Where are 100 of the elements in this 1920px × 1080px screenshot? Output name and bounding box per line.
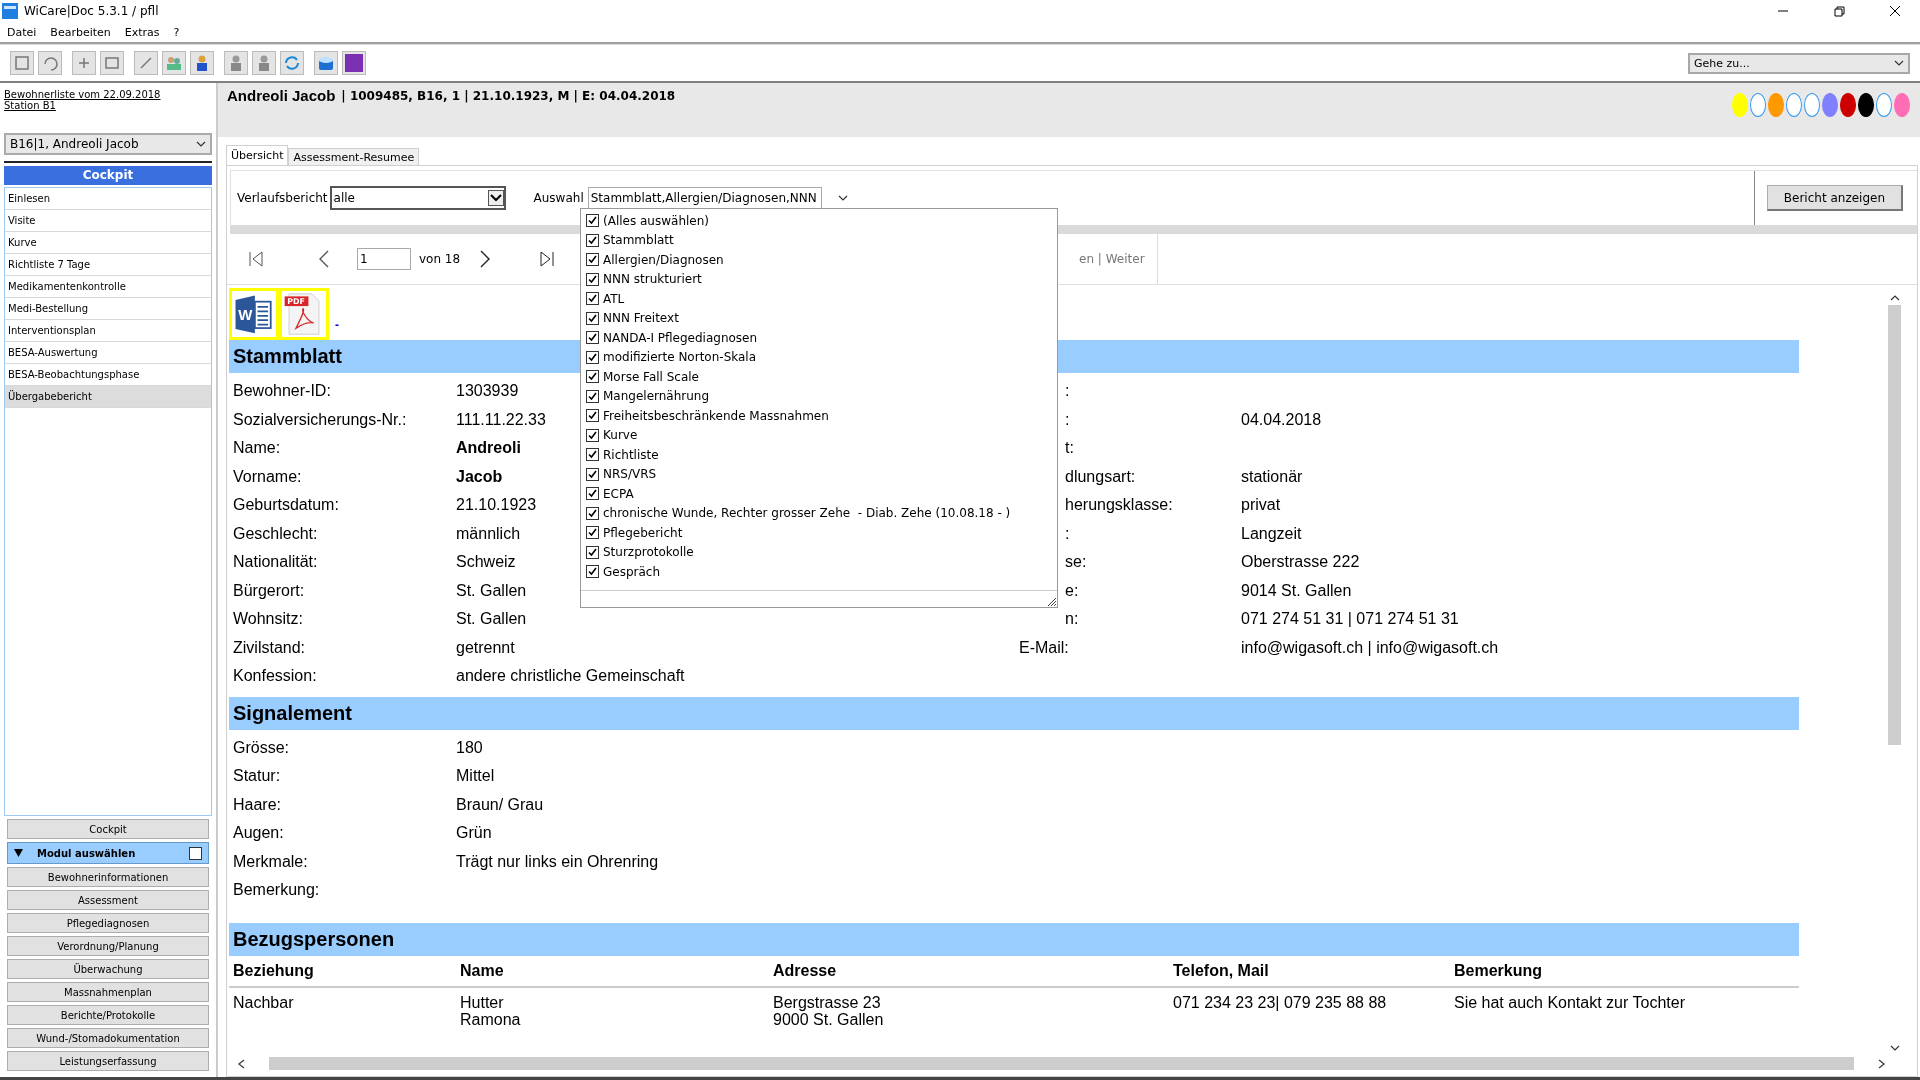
module-button[interactable]: Verordnung/Planung <box>7 936 209 956</box>
show-report-button[interactable]: Bericht anzeigen <box>1766 185 1903 211</box>
option-label[interactable]: Stammblatt <box>603 233 674 248</box>
module-button[interactable]: Pflegediagnosen <box>7 913 209 933</box>
field-label: Wohnsitz: <box>232 610 304 629</box>
option-checkbox[interactable] <box>586 428 599 442</box>
dropdown-chevron-icon[interactable] <box>837 195 848 201</box>
module-checkbox[interactable] <box>189 846 202 860</box>
option-label[interactable]: ATL <box>603 291 625 306</box>
refresh-icon[interactable] <box>280 51 304 75</box>
field-value: Schweiz <box>456 553 516 572</box>
option-checkbox[interactable] <box>586 350 599 364</box>
option-checkbox[interactable] <box>586 545 599 559</box>
menu-item[interactable]: Bearbeiten <box>50 25 111 39</box>
resident-select[interactable]: B16|1, Andreoli Jacob <box>4 133 212 155</box>
option-checkbox[interactable] <box>586 448 599 462</box>
next-page-icon[interactable] <box>480 250 491 268</box>
close-icon[interactable] <box>1888 4 1902 18</box>
column-header: Name <box>459 961 505 980</box>
scroll-left-icon[interactable] <box>237 1058 245 1069</box>
box-icon[interactable] <box>314 51 338 75</box>
restore-icon[interactable] <box>1832 4 1846 18</box>
option-checkbox[interactable] <box>586 565 599 579</box>
tab[interactable]: Übersicht <box>226 145 289 165</box>
option-label[interactable]: Pflegebericht <box>603 525 683 540</box>
goto-select[interactable]: Gehe zu... <box>1688 52 1910 74</box>
chevron-icon[interactable] <box>1889 295 1900 301</box>
last-page-icon[interactable] <box>540 251 555 267</box>
previous-page-icon[interactable] <box>319 250 329 268</box>
patient-name: Andreoli Jacob <box>227 87 336 104</box>
section-header: Bezugspersonen <box>229 922 1799 956</box>
field-label: : <box>1064 524 1071 543</box>
square-icon[interactable] <box>342 51 366 75</box>
word-export-icon[interactable]: W <box>229 288 279 340</box>
option-checkbox[interactable] <box>586 233 599 247</box>
column-header: Adresse <box>772 961 838 980</box>
option-label[interactable]: (Alles auswählen) <box>603 213 709 228</box>
option-label[interactable]: NNN Freitext <box>603 311 679 326</box>
option-label[interactable]: Mangelernährung <box>603 389 710 404</box>
option-checkbox[interactable] <box>586 389 599 403</box>
menu-item[interactable]: Extras <box>124 25 160 39</box>
chevron-icon[interactable] <box>1889 1045 1900 1051</box>
option-checkbox[interactable] <box>586 370 599 384</box>
module-button[interactable]: Wund-/Stomadokumentation <box>7 1028 209 1048</box>
scroll-right-icon[interactable] <box>1878 1058 1886 1069</box>
option-label[interactable]: modifizierte Norton-Skala <box>603 350 757 365</box>
module-button[interactable]: Bewohnerinformationen <box>7 867 209 887</box>
option-checkbox[interactable] <box>586 311 599 325</box>
module-button[interactable]: Überwachung <box>7 959 209 979</box>
module-button[interactable]: Assessment <box>7 890 209 910</box>
option-checkbox[interactable] <box>586 487 599 501</box>
chevron-icon[interactable] <box>1894 60 1904 66</box>
field-value: privat <box>1241 496 1281 515</box>
option-checkbox[interactable] <box>586 526 599 540</box>
field-value: 1303939 <box>456 382 519 401</box>
option-checkbox[interactable] <box>586 467 599 481</box>
cockpit-button[interactable]: Cockpit <box>7 819 209 839</box>
option-checkbox[interactable] <box>586 272 599 286</box>
module-button[interactable]: Berichte/Protokolle <box>7 1005 209 1025</box>
pdf-export-icon[interactable]: PDF <box>279 288 329 340</box>
report-label: Verlaufsbericht <box>237 191 328 205</box>
option-checkbox[interactable] <box>586 214 599 228</box>
menu-item[interactable]: ? <box>173 25 180 39</box>
cockpit-item[interactable]: Übergabebericht <box>5 386 211 408</box>
first-page-icon[interactable] <box>249 251 263 267</box>
export-link[interactable]: - <box>335 318 339 332</box>
option-label[interactable]: chronische Wunde, Rechter grosser Zehe - Diab. Zehe (10.08.18 - ) <box>603 506 1011 521</box>
field-value: 071 274 51 31 | 071 274 51 31 <box>1241 610 1459 629</box>
chevron-icon[interactable] <box>487 190 504 206</box>
option-label[interactable]: Gespräch <box>603 564 661 579</box>
pager-links[interactable]: en | Weiter <box>1079 234 1158 284</box>
module-button[interactable]: Massnahmenplan <box>7 982 209 1002</box>
chevron-icon[interactable] <box>196 141 206 147</box>
option-label[interactable]: Kurve <box>603 428 638 443</box>
module-header[interactable]: Modul auswählen <box>7 842 209 864</box>
option-label[interactable]: NNN strukturiert <box>603 272 702 287</box>
report-select[interactable]: alle <box>329 186 506 210</box>
option-checkbox[interactable] <box>586 506 599 520</box>
resize-grip-icon[interactable] <box>1045 595 1057 607</box>
page-input[interactable]: 1 <box>357 248 411 270</box>
option-label[interactable]: Richtliste <box>603 447 659 462</box>
person-icon[interactable] <box>190 51 214 75</box>
option-checkbox[interactable] <box>586 253 599 267</box>
tab[interactable]: Assessment-Resumee <box>288 148 420 165</box>
module-button[interactable]: Leistungserfassung <box>7 1051 209 1071</box>
option-label[interactable]: NRS/VRS <box>603 467 657 482</box>
field-label: : <box>1064 382 1071 401</box>
station-link[interactable]: Station B1 <box>4 100 56 111</box>
resident-list-link[interactable]: Bewohnerliste vom 22.09.2018 <box>4 89 161 100</box>
option-label[interactable]: ECPA <box>603 486 634 501</box>
option-label[interactable]: Allergien/Diagnosen <box>603 252 724 267</box>
field-label: E-Mail: <box>1018 638 1070 657</box>
horizontal-scrollbar[interactable] <box>237 1055 1886 1072</box>
option-checkbox[interactable] <box>586 409 599 423</box>
option-label[interactable]: Freiheitsbeschränkende Massnahmen <box>603 408 829 423</box>
undo-icon[interactable] <box>38 51 62 75</box>
option-checkbox[interactable] <box>586 292 599 306</box>
option-label[interactable]: Sturzprotokolle <box>603 545 694 560</box>
menu-item[interactable]: Datei <box>7 25 37 39</box>
option-checkbox[interactable] <box>586 331 599 345</box>
